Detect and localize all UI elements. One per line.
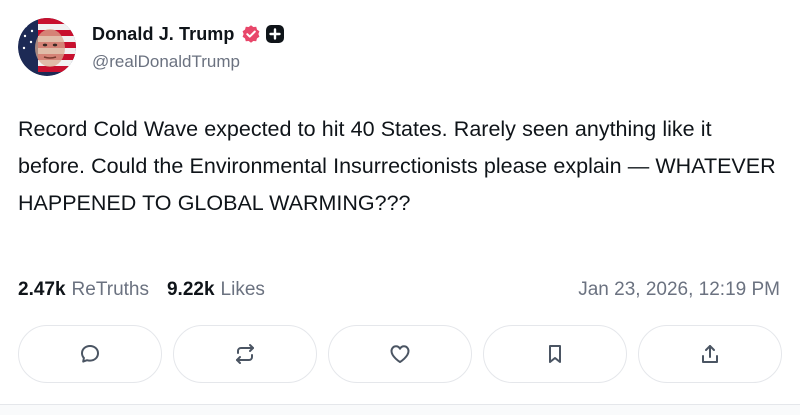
post-text: Record Cold Wave expected to hit 40 Stat… [18,117,776,215]
like-button[interactable] [328,325,472,383]
likes-stat[interactable]: 9.22k Likes [167,279,265,301]
avatar-image [18,18,76,76]
post-card: Donald J. Trump @realDonaldTrump Record … [0,0,800,415]
name-row: Donald J. Trump [92,22,284,46]
heart-icon [390,345,410,363]
verified-badge-icon [241,24,261,44]
display-name[interactable]: Donald J. Trump [92,24,235,45]
reply-icon [81,345,99,363]
share-icon [702,345,718,363]
likes-count: 9.22k [166,279,215,300]
bookmark-icon [549,345,561,363]
retruths-count: 2.47k [18,279,66,300]
action-bar [18,325,782,383]
share-button[interactable] [638,325,782,383]
retruths-stat[interactable]: 2.47k ReTruths [18,279,149,301]
retruths-label: ReTruths [71,279,149,300]
author-names: Donald J. Trump @realDonaldTrump [92,22,284,72]
avatar[interactable] [18,18,76,76]
post-stats: 2.47k ReTruths 9.22k Likes Jan 23, 2026,… [18,276,780,304]
author-handle[interactable]: @realDonaldTrump [92,52,284,72]
post-timestamp: Jan 23, 2026, 12:19 PM [578,279,780,300]
reply-button[interactable] [18,325,162,383]
post-divider [0,404,800,415]
bookmark-button[interactable] [483,325,627,383]
plus-badge-icon [265,25,284,43]
post-header: Donald J. Trump @realDonaldTrump [18,18,284,76]
likes-label: Likes [220,279,265,300]
retruth-icon [236,344,254,364]
retruth-button[interactable] [173,325,317,383]
